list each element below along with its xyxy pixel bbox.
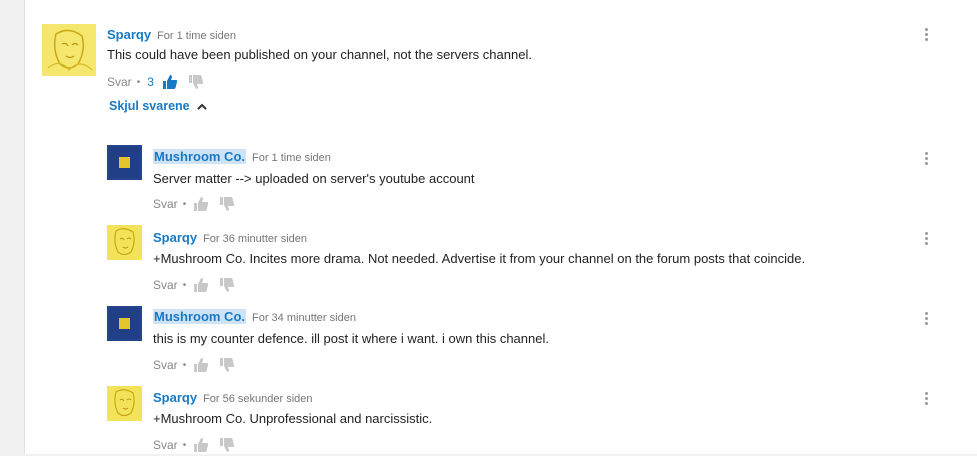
- comments-card: Sparqy For 1 time siden This could have b…: [24, 0, 977, 454]
- comment-text: +Mushroom Co. Unprofessional and narciss…: [153, 411, 433, 426]
- thumbs-up-icon: [194, 197, 209, 211]
- comment-text: This could have been published on your c…: [107, 47, 532, 62]
- like-button[interactable]: [193, 196, 209, 212]
- reply-button[interactable]: Svar: [153, 278, 178, 292]
- dislike-button[interactable]: [219, 196, 235, 212]
- author-avatar[interactable]: [107, 145, 142, 180]
- comment-timestamp[interactable]: For 56 sekunder siden: [203, 393, 312, 405]
- author-name[interactable]: Sparqy: [153, 230, 197, 245]
- separator-dot: •: [182, 198, 187, 210]
- dislike-button[interactable]: [219, 277, 235, 293]
- comment-actions: Svar • 3: [107, 74, 214, 90]
- chevron-up-icon: [197, 103, 207, 110]
- author-avatar[interactable]: [42, 24, 96, 76]
- comment-timestamp[interactable]: For 36 minutter siden: [203, 233, 307, 245]
- thumbs-down-icon: [220, 438, 235, 452]
- thumbs-up-icon: [194, 278, 209, 292]
- hide-replies-toggle[interactable]: Skjul svarene: [109, 99, 207, 113]
- reply-comment: Mushroom Co. For 1 time siden Server matt…: [25, 140, 977, 220]
- separator-dot: •: [182, 279, 187, 291]
- comment-timestamp[interactable]: For 1 time siden: [252, 152, 331, 164]
- comment-text: this is my counter defence. ill post it …: [153, 331, 549, 346]
- comment-menu-button[interactable]: [923, 28, 929, 44]
- thumbs-down-icon: [220, 197, 235, 211]
- thumbs-down-icon: [220, 278, 235, 292]
- dislike-button[interactable]: [188, 74, 204, 90]
- reply-comment: Sparqy For 36 minutter siden +Mushroom Co…: [25, 220, 977, 300]
- comment-text: +Mushroom Co. Incites more drama. Not ne…: [153, 251, 806, 266]
- thumbs-up-icon: [194, 438, 209, 452]
- like-button[interactable]: [162, 74, 178, 90]
- reply-comment: Mushroom Co. For 34 minutter siden this i…: [25, 300, 977, 380]
- comment-actions: Svar •: [153, 277, 245, 293]
- author-name[interactable]: Sparqy: [153, 390, 197, 405]
- like-button[interactable]: [193, 357, 209, 373]
- author-name[interactable]: Mushroom Co.: [153, 149, 246, 164]
- author-name[interactable]: Mushroom Co.: [153, 309, 246, 324]
- comment-menu-button[interactable]: [923, 232, 929, 248]
- author-name[interactable]: Sparqy: [107, 27, 151, 42]
- reply-button[interactable]: Svar: [153, 197, 178, 211]
- dislike-button[interactable]: [219, 437, 235, 453]
- comment-menu-button[interactable]: [923, 312, 929, 328]
- thumbs-up-icon: [194, 358, 209, 372]
- comment-timestamp[interactable]: For 1 time siden: [157, 30, 236, 42]
- like-count: 3: [147, 75, 154, 89]
- reply-button[interactable]: Svar: [153, 438, 178, 452]
- toggle-label: Skjul svarene: [109, 99, 190, 113]
- comment-actions: Svar •: [153, 196, 245, 212]
- author-avatar[interactable]: [107, 386, 142, 421]
- reply-comment: Sparqy For 56 sekunder siden +Mushroom Co…: [25, 380, 977, 454]
- separator-dot: •: [182, 359, 187, 371]
- separator-dot: •: [182, 439, 187, 451]
- comment-actions: Svar •: [153, 437, 245, 453]
- author-avatar[interactable]: [107, 225, 142, 260]
- reply-button[interactable]: Svar: [153, 358, 178, 372]
- reply-button[interactable]: Svar: [107, 75, 132, 89]
- comment-text: Server matter --> uploaded on server's y…: [153, 171, 475, 186]
- like-button[interactable]: [193, 277, 209, 293]
- comment-actions: Svar •: [153, 357, 245, 373]
- thumbs-up-icon: [162, 75, 178, 89]
- comment-timestamp[interactable]: For 34 minutter siden: [252, 312, 356, 324]
- separator-dot: •: [136, 76, 141, 88]
- like-button[interactable]: [193, 437, 209, 453]
- author-avatar[interactable]: [107, 306, 142, 341]
- comment-menu-button[interactable]: [923, 392, 929, 408]
- dislike-button[interactable]: [219, 357, 235, 373]
- thumbs-down-icon: [220, 358, 235, 372]
- thumbs-down-icon: [188, 75, 204, 89]
- comment-menu-button[interactable]: [923, 152, 929, 168]
